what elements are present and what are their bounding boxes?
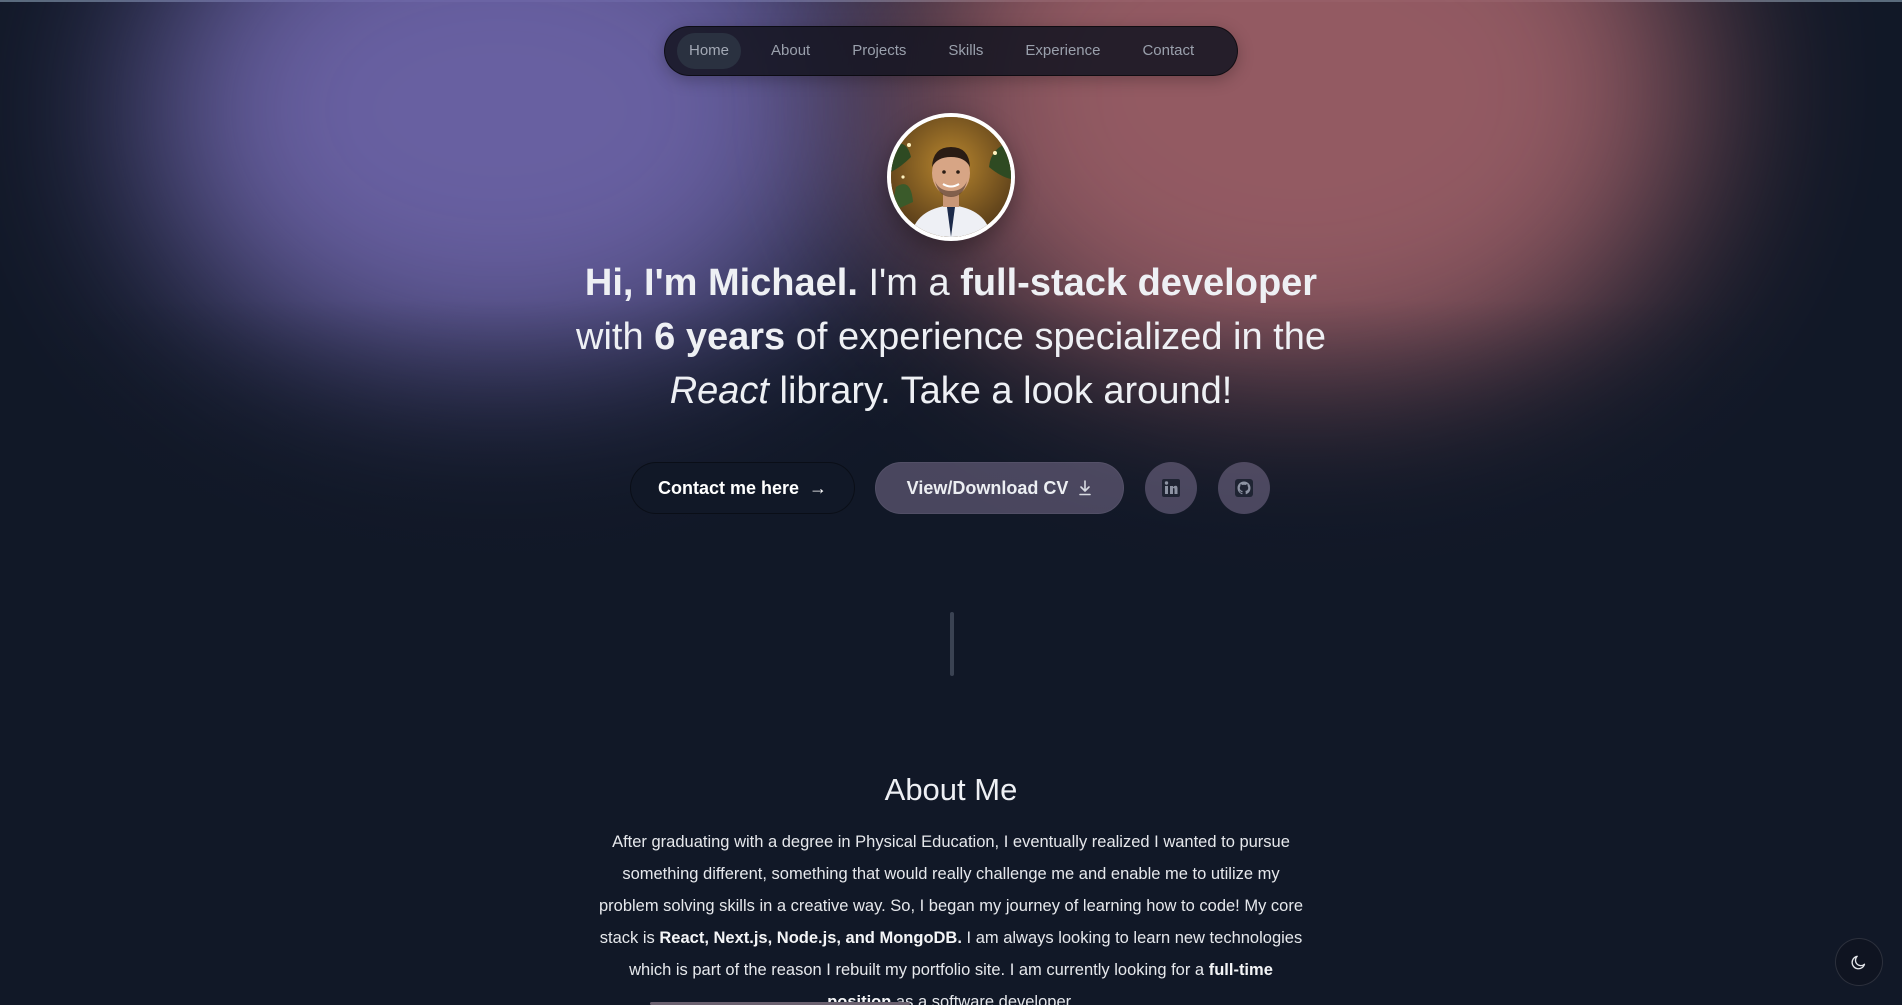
moon-icon bbox=[1851, 955, 1866, 970]
profile-avatar bbox=[887, 113, 1015, 241]
download-cv-button-label: View/Download CV bbox=[906, 477, 1069, 498]
hero-text-2: with bbox=[576, 316, 655, 358]
hero-role: full-stack developer bbox=[960, 262, 1318, 304]
nav-item-about[interactable]: About bbox=[759, 33, 822, 69]
contact-button-label: Contact me here bbox=[657, 477, 800, 498]
arrow-right-icon: → bbox=[809, 477, 828, 498]
hero-library: React bbox=[669, 370, 769, 412]
hero-text-1: I'm a bbox=[857, 262, 961, 304]
nav-item-home[interactable]: Home bbox=[677, 33, 742, 69]
contact-button[interactable]: Contact me here → bbox=[630, 462, 855, 514]
hero-actions: Contact me here → View/Download CV bbox=[0, 462, 1902, 516]
top-border bbox=[0, 0, 1902, 2]
hero-years: 6 years bbox=[654, 316, 786, 358]
hero-headline: Hi, I'm Michael. I'm a full-stack develo… bbox=[551, 256, 1351, 418]
linkedin-icon bbox=[1162, 479, 1180, 497]
nav-item-projects[interactable]: Projects bbox=[840, 33, 918, 69]
hero-text-3: of experience specialized in the bbox=[785, 316, 1326, 358]
linkedin-button[interactable] bbox=[1145, 462, 1197, 514]
hero-greeting: Hi, I'm Michael. bbox=[584, 262, 858, 304]
about-text-3: as a software developer. bbox=[891, 993, 1075, 1005]
nav-item-contact[interactable]: Contact bbox=[1130, 33, 1206, 69]
nav-item-experience[interactable]: Experience bbox=[1013, 33, 1112, 69]
github-icon bbox=[1235, 479, 1253, 497]
profile-photo bbox=[891, 117, 1011, 237]
section-divider bbox=[950, 612, 954, 676]
download-cv-button[interactable]: View/Download CV bbox=[875, 462, 1124, 514]
about-title: About Me bbox=[884, 772, 1018, 807]
nav-item-skills[interactable]: Skills bbox=[936, 33, 995, 69]
about-stack: React, Next.js, Node.js, and MongoDB. bbox=[659, 929, 962, 947]
github-button[interactable] bbox=[1218, 462, 1270, 514]
portfolio-page: Home About Projects Skills Experience Co… bbox=[0, 0, 1902, 1005]
download-icon bbox=[1079, 480, 1092, 496]
theme-toggle-button[interactable] bbox=[1835, 938, 1883, 986]
hero-text-4: library. Take a look around! bbox=[768, 370, 1233, 412]
main-nav: Home About Projects Skills Experience Co… bbox=[664, 26, 1238, 76]
about-text: After graduating with a degree in Physic… bbox=[596, 826, 1306, 1005]
